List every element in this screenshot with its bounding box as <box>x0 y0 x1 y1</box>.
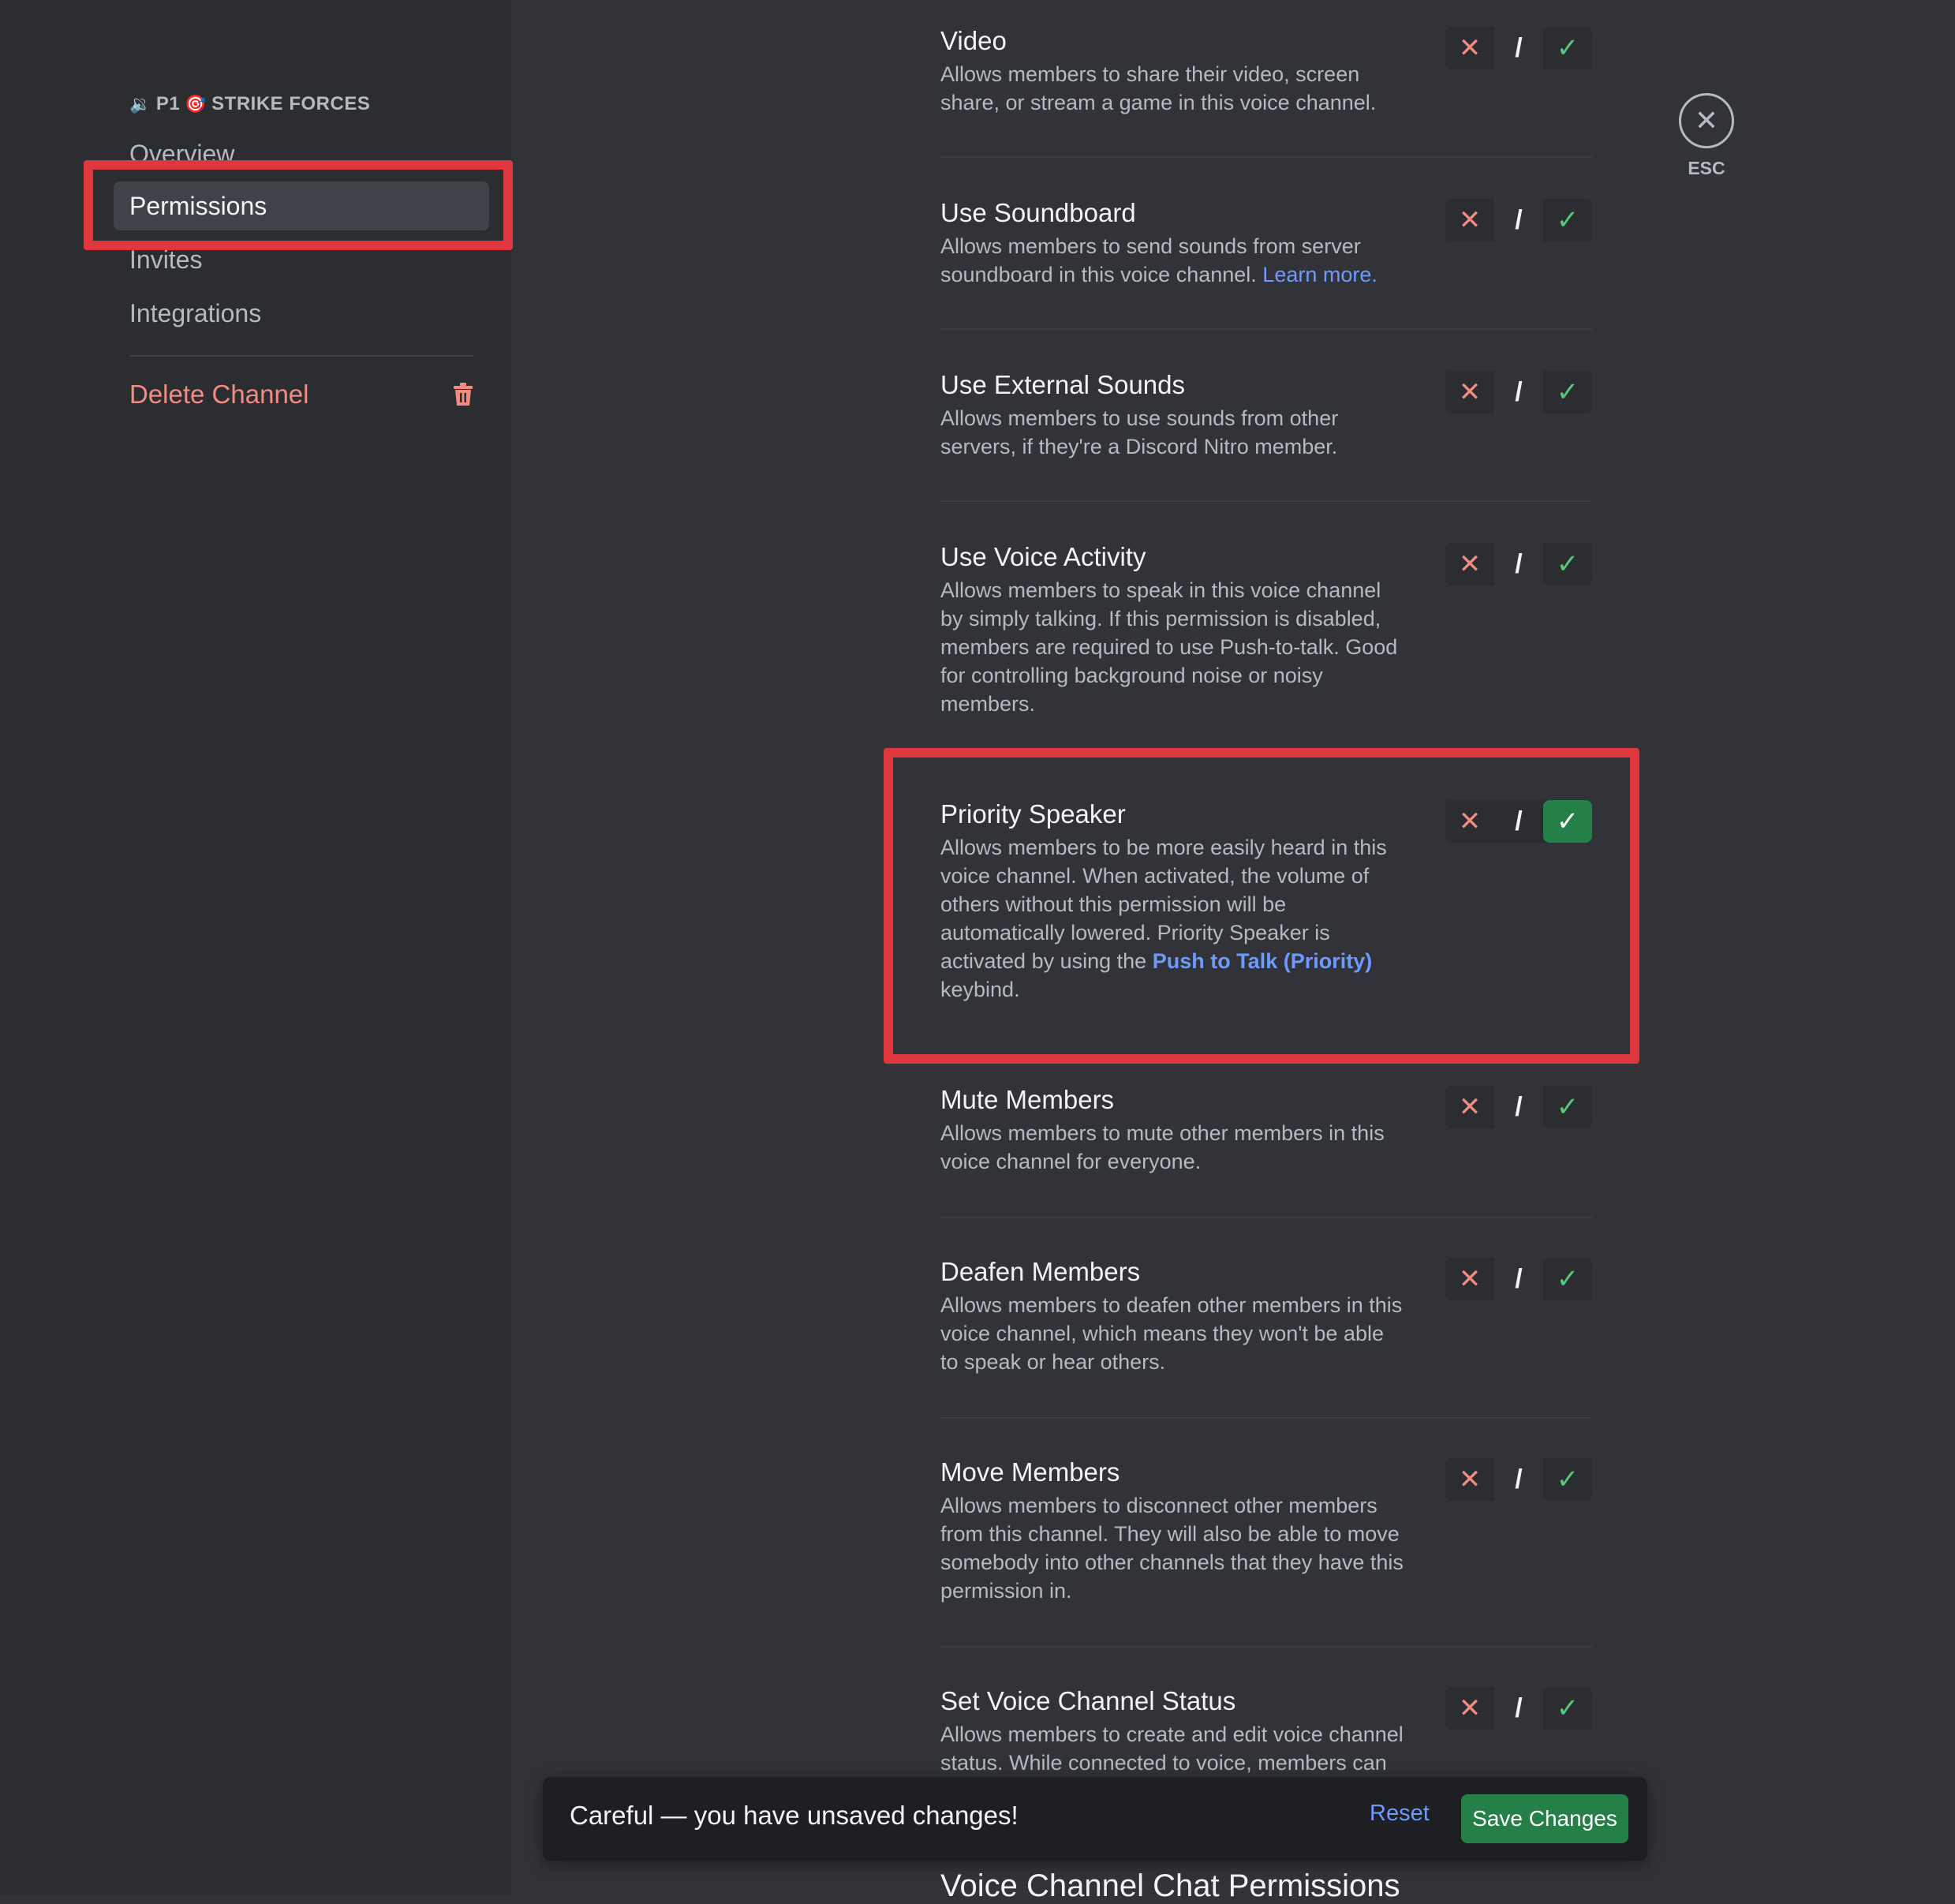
delete-channel-button[interactable]: Delete Channel <box>129 371 473 418</box>
permission-description: Allows members to mute other members in … <box>940 1121 1385 1173</box>
allow-button[interactable]: ✓ <box>1543 27 1592 69</box>
row-divider <box>940 1217 1592 1218</box>
sidebar-item-label: Integrations <box>129 298 262 327</box>
sidebar-item-overview[interactable]: Overview <box>114 129 489 178</box>
permission-toggle: ✕ / ✓ <box>1445 1687 1592 1730</box>
row-divider <box>940 328 1592 330</box>
allow-button[interactable]: ✓ <box>1543 1258 1592 1300</box>
permission-row-priority-speaker: Priority Speaker Allows members to be mo… <box>940 797 1592 1004</box>
neutral-button[interactable]: / <box>1494 27 1543 69</box>
permission-description: Allows members to create and edit voice … <box>940 1723 1404 1775</box>
row-divider <box>940 1417 1592 1419</box>
learn-more-link[interactable]: Learn more. <box>1262 263 1377 286</box>
neutral-button[interactable]: / <box>1494 1086 1543 1128</box>
permission-toggle: ✕ / ✓ <box>1445 371 1592 413</box>
neutral-button[interactable]: / <box>1494 800 1543 843</box>
deny-button[interactable]: ✕ <box>1445 1086 1494 1128</box>
row-divider <box>940 500 1592 502</box>
allow-button[interactable]: ✓ <box>1543 1086 1592 1128</box>
permission-row-use-soundboard: Use Soundboard Allows members to send so… <box>940 196 1592 330</box>
esc-label: ESC <box>1688 158 1725 178</box>
deny-button[interactable]: ✕ <box>1445 199 1494 241</box>
permission-description: Allows members to use sounds from other … <box>940 406 1339 458</box>
trash-icon <box>454 383 473 406</box>
permission-description-suffix: keybind. <box>940 978 1020 1001</box>
deny-button[interactable]: ✕ <box>1445 1687 1494 1730</box>
sidebar-item-permissions[interactable]: Permissions <box>114 181 489 230</box>
permission-description: Allows members to send sounds from serve… <box>940 232 1406 289</box>
channel-name: STRIKE FORCES <box>211 93 371 114</box>
permission-toggle: ✕ / ✓ <box>1445 1458 1592 1501</box>
permission-row-move-members: Move Members Allows members to disconnec… <box>940 1455 1592 1648</box>
settings-sidebar: 🔉 P1 🎯 STRIKE FORCES Overview Permission… <box>0 0 511 1895</box>
deny-button[interactable]: ✕ <box>1445 371 1494 413</box>
permission-description: Allows members to deafen other members i… <box>940 1293 1403 1374</box>
sidebar-item-label: Invites <box>129 245 203 274</box>
permission-toggle: ✕ / ✓ <box>1445 199 1592 241</box>
allow-button-active[interactable]: ✓ <box>1543 800 1592 843</box>
permission-description: Allows members to share their video, scr… <box>940 62 1377 114</box>
neutral-button[interactable]: / <box>1494 543 1543 585</box>
deny-button[interactable]: ✕ <box>1445 27 1494 69</box>
sidebar-item-label: Overview <box>129 139 235 168</box>
push-to-talk-priority-link[interactable]: Push to Talk (Priority) <box>1153 949 1373 973</box>
sidebar-item-label: Permissions <box>129 191 267 220</box>
neutral-button[interactable]: / <box>1494 1458 1543 1501</box>
sidebar-divider <box>129 355 473 357</box>
allow-button[interactable]: ✓ <box>1543 371 1592 413</box>
permission-toggle: ✕ / ✓ <box>1445 27 1592 69</box>
permission-description: Allows members to be more easily heard i… <box>940 833 1406 1004</box>
allow-button[interactable]: ✓ <box>1543 199 1592 241</box>
row-divider <box>940 156 1592 158</box>
delete-channel-label: Delete Channel <box>129 380 309 409</box>
close-icon: ✕ <box>1694 104 1719 137</box>
allow-button[interactable]: ✓ <box>1543 1458 1592 1501</box>
deny-button[interactable]: ✕ <box>1445 543 1494 585</box>
target-emoji-icon: 🎯 <box>185 94 207 114</box>
deny-button[interactable]: ✕ <box>1445 800 1494 843</box>
allow-button[interactable]: ✓ <box>1543 543 1592 585</box>
permission-row-use-voice-activity: Use Voice Activity Allows members to spe… <box>940 540 1592 718</box>
reset-button[interactable]: Reset <box>1370 1801 1430 1827</box>
permission-row-video: Video Allows members to share their vide… <box>940 24 1592 158</box>
permission-toggle: ✕ / ✓ <box>1445 800 1592 843</box>
sidebar-item-invites[interactable]: Invites <box>114 235 489 284</box>
section-heading-voice-chat: Voice Channel Chat Permissions <box>940 1868 1400 1903</box>
channel-prefix: P1 <box>155 93 181 114</box>
deny-button[interactable]: ✕ <box>1445 1258 1494 1300</box>
unsaved-changes-message: Careful — you have unsaved changes! <box>570 1801 1019 1830</box>
sidebar-item-integrations[interactable]: Integrations <box>114 289 489 338</box>
permission-row-mute-members: Mute Members Allows members to mute othe… <box>940 1083 1592 1218</box>
permission-description: Allows members to speak in this voice ch… <box>940 578 1398 716</box>
close-button[interactable]: ✕ <box>1679 93 1734 148</box>
allow-button[interactable]: ✓ <box>1543 1687 1592 1730</box>
unsaved-changes-bar: Careful — you have unsaved changes! Rese… <box>543 1777 1647 1861</box>
permission-row-use-external-sounds: Use External Sounds Allows members to us… <box>940 368 1592 502</box>
save-changes-button[interactable]: Save Changes <box>1461 1794 1628 1843</box>
permission-row-deafen-members: Deafen Members Allows members to deafen … <box>940 1255 1592 1419</box>
deny-button[interactable]: ✕ <box>1445 1458 1494 1501</box>
permission-toggle: ✕ / ✓ <box>1445 1086 1592 1128</box>
neutral-button[interactable]: / <box>1494 1258 1543 1300</box>
speaker-icon: 🔉 <box>129 94 151 114</box>
neutral-button[interactable]: / <box>1494 199 1543 241</box>
row-divider <box>940 1646 1592 1648</box>
neutral-button[interactable]: / <box>1494 371 1543 413</box>
permission-row-set-voice-channel-status: Set Voice Channel Status Allows members … <box>940 1684 1592 1777</box>
neutral-button[interactable]: / <box>1494 1687 1543 1730</box>
permission-toggle: ✕ / ✓ <box>1445 543 1592 585</box>
permission-description: Allows members to disconnect other membe… <box>940 1494 1404 1603</box>
permission-toggle: ✕ / ✓ <box>1445 1258 1592 1300</box>
channel-header: 🔉 P1 🎯 STRIKE FORCES <box>129 93 370 115</box>
